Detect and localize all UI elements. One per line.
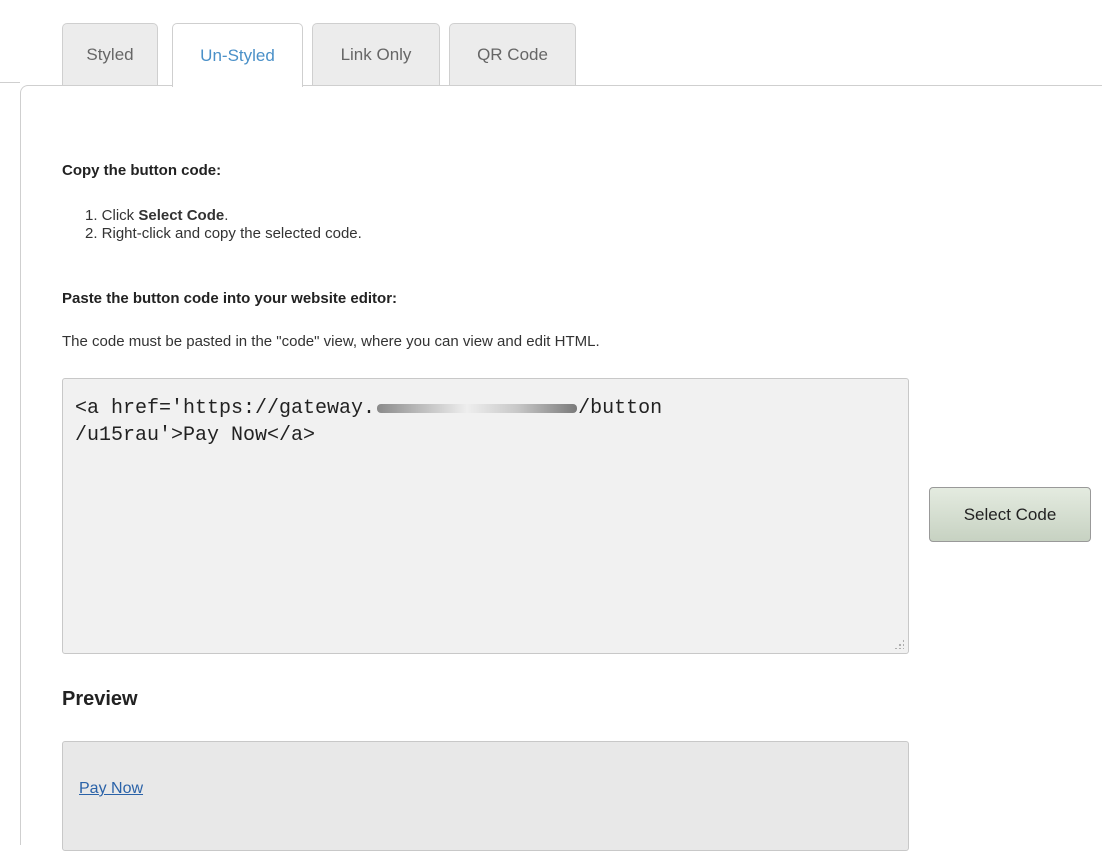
step-1-bold: Select Code xyxy=(138,207,225,224)
code-line-2: /u15rau'>Pay Now</a> xyxy=(75,424,316,447)
code-line-1: <a href='https://gateway. /button xyxy=(75,395,908,422)
preview-title: Preview xyxy=(62,688,138,710)
step-2: 2. Right-click and copy the selected cod… xyxy=(85,225,362,242)
paste-note: The code must be pasted in the "code" vi… xyxy=(62,333,600,350)
instruction-steps: 1. Click Select Code. 2. Right-click and… xyxy=(85,207,362,243)
code-textarea[interactable]: <a href='https://gateway. /button /u15rau… xyxy=(62,378,909,654)
step-1-prefix: 1. Click xyxy=(85,207,139,224)
preview-box: Pay Now xyxy=(62,741,909,851)
step-1: 1. Click Select Code. xyxy=(85,207,362,225)
copy-heading: Copy the button code: xyxy=(62,162,222,179)
resize-grip-icon[interactable] xyxy=(894,639,904,649)
redacted-domain xyxy=(377,404,578,413)
paste-heading: Paste the button code into your website … xyxy=(62,290,398,307)
code-line-1-suffix: /button xyxy=(578,397,663,420)
code-line-1-prefix: <a href='https://gateway. xyxy=(75,397,376,420)
pay-now-link[interactable]: Pay Now xyxy=(79,780,143,798)
select-code-button[interactable]: Select Code xyxy=(929,487,1091,542)
step-1-suffix: . xyxy=(224,207,229,224)
